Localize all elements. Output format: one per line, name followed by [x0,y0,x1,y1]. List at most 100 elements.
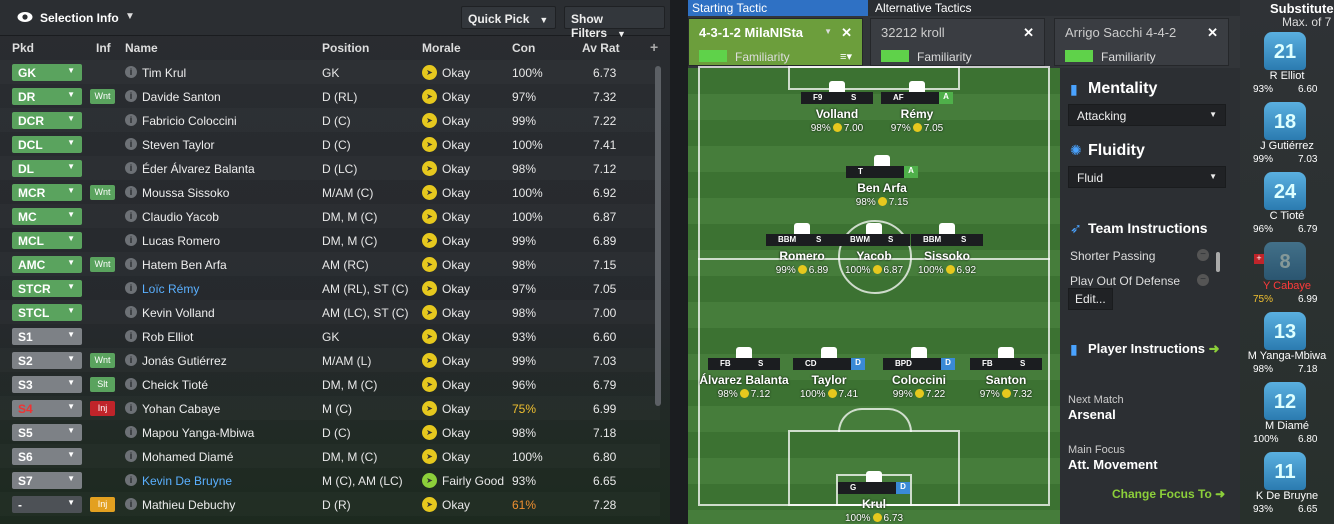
chevron-down-icon[interactable]: ▼ [824,27,832,36]
info-icon[interactable]: i [125,234,137,246]
player-name[interactable]: Hatem Ben Arfa [142,258,227,272]
table-row[interactable]: AMC ▼ Wnt i Hatem Ben Arfa AM (RC) ➤ Okay 98% 7.1… [0,252,660,276]
table-row[interactable]: S7 ▼ i Kevin De Bruyne M (C), AM (LC) ➤ Fairly… [0,468,660,492]
info-badge[interactable]: Slt [90,377,115,392]
table-row[interactable]: S3 ▼ Slt i Cheick Tioté DM, M (C) ➤ Okay 96% 6.79 [0,372,660,396]
player-name[interactable]: Mapou Yanga-Mbiwa [142,426,254,440]
pick-select[interactable]: DCL ▼ [12,136,82,153]
pick-select[interactable]: S5 ▼ [12,424,82,441]
player-name[interactable]: Cheick Tioté [142,378,208,392]
pick-select[interactable]: DR ▼ [12,88,82,105]
pick-select[interactable]: S4 ▼ [12,400,82,417]
mentality-select[interactable]: Attacking ▼ [1068,104,1226,126]
table-row[interactable]: DCL ▼ i Steven Taylor D (C) ➤ Okay 100% 7.41 [0,132,660,156]
player-name[interactable]: Steven Taylor [142,138,215,152]
table-row[interactable]: MCL ▼ i Lucas Romero DM, M (C) ➤ Okay 99% 6.89 [0,228,660,252]
table-row[interactable]: S4 ▼ Inj i Yohan Cabaye M (C) ➤ Okay 75% 6.99 [0,396,660,420]
player-name[interactable]: Éder Álvarez Balanta [142,162,255,176]
info-icon[interactable]: i [125,474,137,486]
info-icon[interactable]: i [125,306,137,318]
player-instructions-link[interactable]: Player Instructions ➜ [1088,341,1220,357]
pick-select[interactable]: GK ▼ [12,64,82,81]
fluidity-select[interactable]: Fluid ▼ [1068,166,1226,188]
pick-select[interactable]: S1 ▼ [12,328,82,345]
info-badge[interactable]: Wnt [90,185,115,200]
remove-icon[interactable]: − [1197,274,1209,286]
remove-icon[interactable]: − [1197,249,1209,261]
table-row[interactable]: STCL ▼ i Kevin Volland AM (LC), ST (C) ➤ Okay 9… [0,300,660,324]
tactic-slot-3[interactable]: Arrigo Sacchi 4-4-2 ✕ Familiarity [1054,18,1229,66]
show-filters-button[interactable]: Show Filters ▼ [564,6,665,40]
col-inf[interactable]: Inf [96,41,111,55]
tab-starting-tactic[interactable]: Starting Tactic [688,0,868,16]
close-icon[interactable]: ✕ [1023,25,1034,41]
pick-select[interactable]: STCR ▼ [12,280,82,297]
menu-icon[interactable]: ≡▾ [840,50,852,63]
info-icon[interactable]: i [125,90,137,102]
eye-icon[interactable] [17,11,33,23]
info-icon[interactable]: i [125,258,137,270]
info-icon[interactable]: i [125,66,137,78]
table-row[interactable]: S2 ▼ Wnt i Jonás Gutiérrez M/AM (L) ➤ Okay 99% 7.… [0,348,660,372]
substitute-card[interactable]: 24 C Tioté 96% 6.79 [1240,172,1334,244]
info-icon[interactable]: i [125,426,137,438]
substitute-card[interactable]: 21 R Elliot 93% 6.60 [1240,32,1334,104]
tab-alternative-tactics[interactable]: Alternative Tactics [871,0,976,16]
substitute-card[interactable]: 13 M Yanga-Mbiwa 98% 7.18 [1240,312,1334,384]
info-icon[interactable]: i [125,186,137,198]
pick-select[interactable]: MCR ▼ [12,184,82,201]
table-row[interactable]: DR ▼ Wnt i Davide Santon D (RL) ➤ Okay 97% 7.32 [0,84,660,108]
player-name[interactable]: Lucas Romero [142,234,220,248]
col-con[interactable]: Con [512,41,535,55]
pick-select[interactable]: S6 ▼ [12,448,82,465]
player-name[interactable]: Claudio Yacob [142,210,219,224]
table-row[interactable]: S5 ▼ i Mapou Yanga-Mbiwa D (C) ➤ Okay 98% 7.18 [0,420,660,444]
info-badge[interactable]: Inj [90,401,115,416]
info-badge[interactable]: Wnt [90,89,115,104]
player-name[interactable]: Kevin De Bruyne [142,474,232,488]
table-row[interactable]: DCR ▼ i Fabricio Coloccini D (C) ➤ Okay 99% 7.22 [0,108,660,132]
info-icon[interactable]: i [125,378,137,390]
table-row[interactable]: GK ▼ i Tim Krul GK ➤ Okay 100% 6.73 [0,60,660,84]
player-name[interactable]: Tim Krul [142,66,186,80]
pick-select[interactable]: MCL ▼ [12,232,82,249]
substitute-card[interactable]: 12 M Diamé 100% 6.80 [1240,382,1334,454]
info-badge[interactable]: Inj [90,497,115,512]
player-name[interactable]: Rob Elliot [142,330,193,344]
table-row[interactable]: S1 ▼ i Rob Elliot GK ➤ Okay 93% 6.60 [0,324,660,348]
player-name[interactable]: Davide Santon [142,90,221,104]
pick-select[interactable]: DCR ▼ [12,112,82,129]
pick-select[interactable]: S3 ▼ [12,376,82,393]
player-name[interactable]: Mathieu Debuchy [142,498,235,512]
info-icon[interactable]: i [125,162,137,174]
close-icon[interactable]: ✕ [1207,25,1218,41]
info-icon[interactable]: i [125,402,137,414]
table-row[interactable]: MCR ▼ Wnt i Moussa Sissoko M/AM (C) ➤ Okay 100% 6… [0,180,660,204]
instructions-scrollbar[interactable] [1216,252,1220,272]
player-name[interactable]: Mohamed Diamé [142,450,233,464]
table-row[interactable]: S6 ▼ i Mohamed Diamé DM, M (C) ➤ Okay 100% 6.80 [0,444,660,468]
edit-team-instructions-button[interactable]: Edit... [1068,288,1113,310]
pick-select[interactable]: STCL ▼ [12,304,82,321]
info-icon[interactable]: i [125,498,137,510]
player-name[interactable]: Loïc Rémy [142,282,199,296]
col-avrat[interactable]: Av Rat [582,41,620,55]
tactic-slot-2[interactable]: 32212 kroll ✕ Familiarity [870,18,1045,66]
substitute-card[interactable]: 11 K De Bruyne 93% 6.65 [1240,452,1334,524]
player-name[interactable]: Kevin Volland [142,306,215,320]
info-icon[interactable]: i [125,282,137,294]
chevron-down-icon[interactable]: ▼ [125,11,135,22]
player-name[interactable]: Yohan Cabaye [142,402,220,416]
tactic-slot-1[interactable]: 4-3-1-2 MilaNISta ▼ ✕ Familiarity ≡▾ [688,18,863,66]
info-badge[interactable]: Wnt [90,353,115,368]
close-icon[interactable]: ✕ [841,25,852,41]
info-icon[interactable]: i [125,450,137,462]
col-position[interactable]: Position [322,41,369,55]
col-pkd[interactable]: Pkd [12,41,34,55]
table-row[interactable]: STCR ▼ i Loïc Rémy AM (RL), ST (C) ➤ Okay 97% 7.… [0,276,660,300]
table-row[interactable]: - ▼ Inj i Mathieu Debuchy D (R) ➤ Okay 61% 7.28 [0,492,660,516]
info-badge[interactable]: Wnt [90,257,115,272]
info-icon[interactable]: i [125,210,137,222]
pick-select[interactable]: - ▼ [12,496,82,513]
info-icon[interactable]: i [125,354,137,366]
